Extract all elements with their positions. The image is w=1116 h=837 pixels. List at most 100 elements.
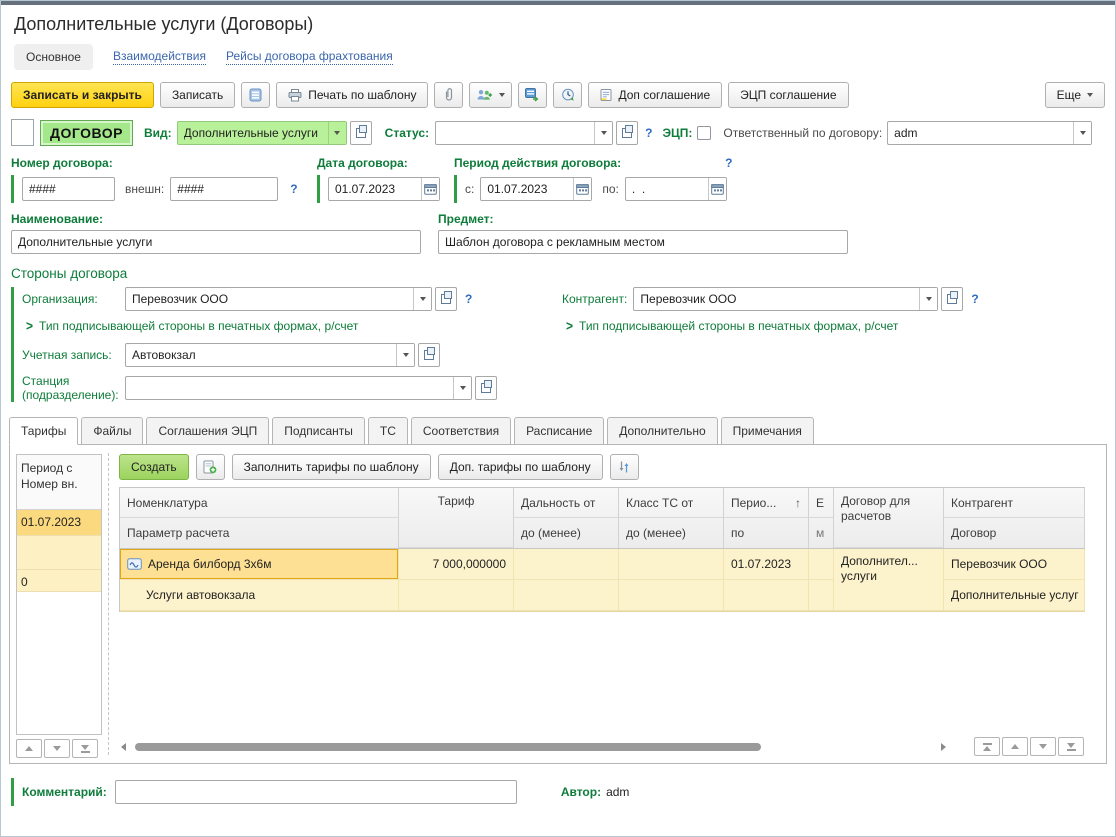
tab-correspondences[interactable]: Соответствия [411,417,511,445]
subject-input[interactable] [439,231,847,253]
kind-dropdown-button[interactable] [328,122,346,144]
contragent-open-button[interactable] [941,287,963,311]
scrollbar-thumb[interactable] [135,743,761,751]
go-first-button[interactable] [974,737,1000,756]
date-calendar-button[interactable] [421,178,439,200]
contragent-help-link[interactable]: ? [971,292,978,306]
period-from-input[interactable] [481,178,573,200]
create-tariff-button[interactable]: Создать [119,454,189,480]
period-down-button[interactable] [44,739,70,758]
move-rows-button[interactable] [610,454,639,480]
station-dropdown-button[interactable] [453,377,471,399]
org-dropdown-button[interactable] [413,288,431,310]
cell-nomenclature[interactable]: Аренда билборд 3х6м [120,549,399,580]
cell-unit[interactable] [809,549,834,580]
contract-flag-box[interactable] [11,119,34,146]
org-help-link[interactable]: ? [465,292,472,306]
tab-ecp-agreements[interactable]: Соглашения ЭЦП [146,417,269,445]
status-open-button[interactable] [616,121,638,145]
period-from-calendar-button[interactable] [573,178,591,200]
col-distance-to[interactable]: до (менее) [514,518,619,548]
period-to-input[interactable] [626,178,708,200]
tab-files[interactable]: Файлы [81,417,143,445]
number-input[interactable] [23,178,114,200]
scrollbar-track[interactable] [132,742,935,752]
extern-input[interactable] [171,178,277,200]
cell-period-to[interactable] [724,580,809,611]
status-dropdown-button[interactable] [594,122,612,144]
name-input[interactable] [12,231,420,253]
cell-unit2[interactable] [809,580,834,611]
kind-open-button[interactable] [350,121,372,145]
extra-tariffs-button[interactable]: Доп. тарифы по шаблону [438,454,603,480]
nav-tab-main[interactable]: Основное [14,44,93,70]
cell-calc-param[interactable]: Услуги автовокзала [120,580,399,611]
add-contact-button[interactable] [469,82,512,108]
status-help-link[interactable]: ? [645,126,652,140]
structure-button[interactable] [241,82,270,108]
dop-agreement-button[interactable]: Доп соглашение [588,82,722,108]
col-nomenclature[interactable]: Номенклатура [120,488,399,518]
more-button[interactable]: Еще [1045,82,1105,108]
period-row-date[interactable]: 01.07.2023 [17,510,101,536]
scroll-right-icon[interactable] [941,743,946,751]
cell-calc-contract[interactable]: Дополнител... услуги [834,549,944,611]
col-tariff[interactable]: Тариф [399,488,514,548]
fill-tariffs-button[interactable]: Заполнить тарифы по шаблону [232,454,431,480]
station-open-button[interactable] [475,376,497,400]
org-input[interactable] [126,288,413,310]
period-up-button[interactable] [16,739,42,758]
org-open-button[interactable] [435,287,457,311]
period-row-number[interactable]: 0 [17,570,101,592]
period-to-calendar-button[interactable] [708,178,726,200]
tab-additional[interactable]: Дополнительно [607,417,717,445]
account-dropdown-button[interactable] [396,344,414,366]
contragent-sign-type-link[interactable]: Тип подписывающей стороны в печатных фор… [579,319,898,333]
periods-header[interactable]: Период с Номер вн. [17,455,101,510]
period-end-button[interactable] [72,739,98,758]
number-help-link[interactable]: ? [290,182,297,196]
cell-contract[interactable]: Дополнительные услуг [944,580,1085,611]
col-period[interactable]: Перио... ↑ [724,488,809,518]
responsible-dropdown-button[interactable] [1073,122,1091,144]
go-down-button[interactable] [1030,737,1056,756]
period-row-empty[interactable] [17,536,101,570]
nav-tab-interactions[interactable]: Взаимодействия [113,49,206,65]
account-open-button[interactable] [418,343,440,367]
ecp-agreement-button[interactable]: ЭЦП соглашение [728,82,848,108]
cell-period[interactable]: 01.07.2023 [724,549,809,580]
col-unit2[interactable]: м [809,518,834,548]
cell-tariff2[interactable] [399,580,514,611]
col-calc-param[interactable]: Параметр расчета [120,518,399,548]
create-copy-button[interactable] [196,454,225,480]
tab-notes[interactable]: Примечания [721,417,814,445]
col-unit[interactable]: Е [809,488,834,518]
history-button[interactable] [553,82,582,108]
kind-input[interactable] [178,122,328,144]
col-contragent[interactable]: Контрагент [944,488,1085,518]
col-vehicle-class-from[interactable]: Класс ТС от [619,488,724,518]
station-input[interactable] [126,377,453,399]
contragent-dropdown-button[interactable] [919,288,937,310]
cell-distance-to[interactable] [514,580,619,611]
cell-vehicle-class-from[interactable] [619,549,724,580]
cell-distance-from[interactable] [514,549,619,580]
ecp-checkbox[interactable] [697,126,711,140]
status-input[interactable] [436,122,594,144]
tab-signers[interactable]: Подписанты [272,417,365,445]
period-help-link[interactable]: ? [725,156,732,170]
go-up-button[interactable] [1002,737,1028,756]
cell-vehicle-class-to[interactable] [619,580,724,611]
contragent-input[interactable] [634,288,919,310]
print-template-button[interactable]: Печать по шаблону [276,82,428,108]
col-contract[interactable]: Договор [944,518,1085,548]
col-calc-contract[interactable]: Договор для расчетов [834,488,944,548]
save-button[interactable]: Записать [160,82,235,108]
col-vehicle-class-to[interactable]: до (менее) [619,518,724,548]
panel-splitter[interactable] [108,453,109,755]
org-sign-type-link[interactable]: Тип подписывающей стороны в печатных фор… [39,319,358,333]
attachments-button[interactable] [434,82,463,108]
cell-tariff[interactable]: 7 000,000000 [399,549,514,580]
date-input[interactable] [329,178,421,200]
responsible-input[interactable] [888,122,1073,144]
